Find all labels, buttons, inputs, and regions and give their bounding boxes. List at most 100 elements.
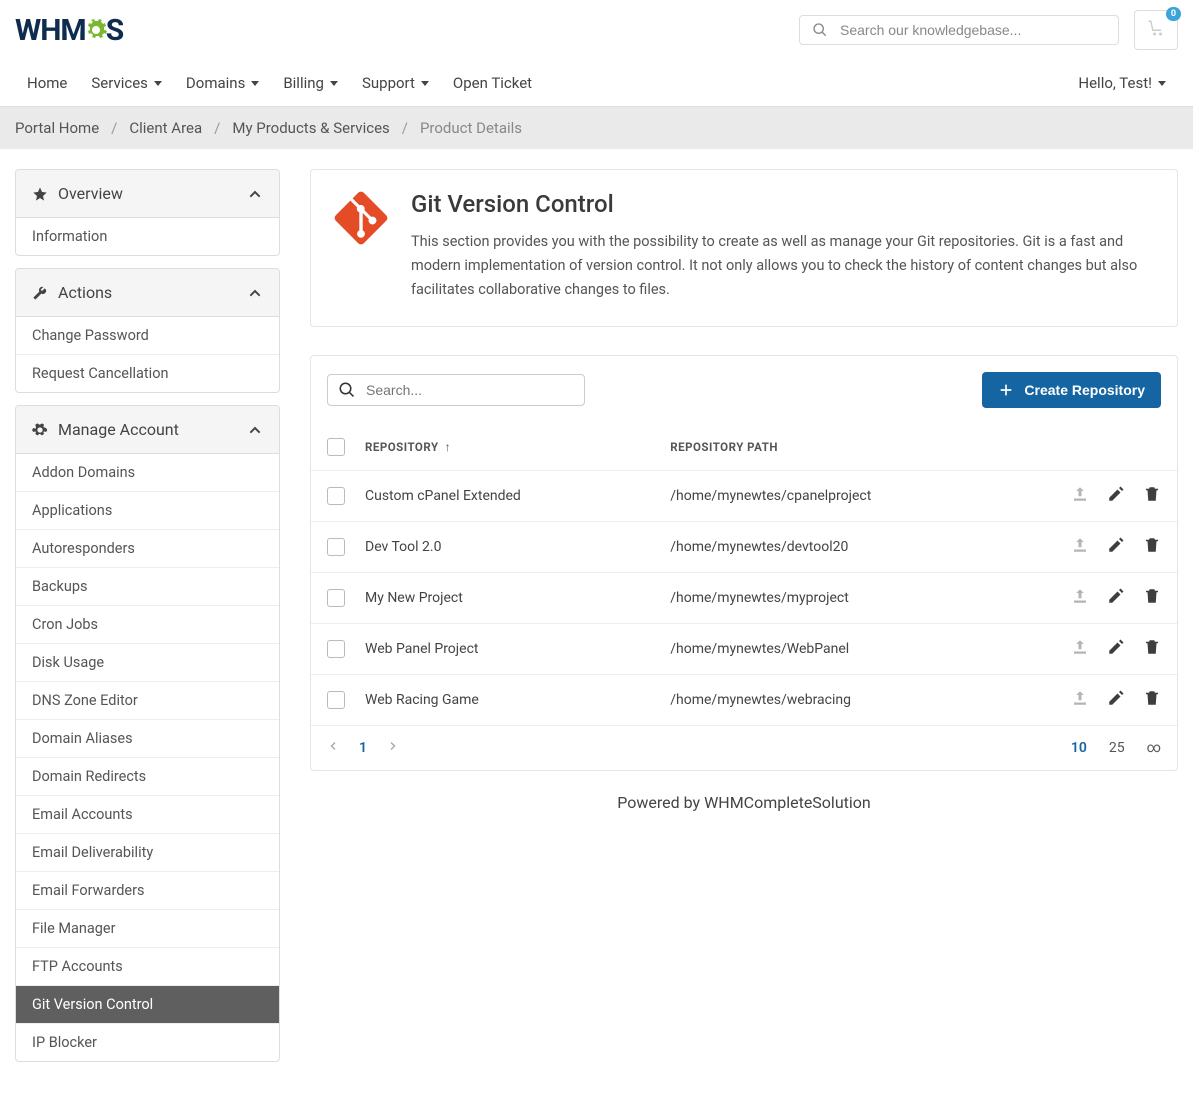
sort-asc-icon: ↑: [445, 440, 452, 454]
delete-button[interactable]: [1143, 536, 1161, 558]
logo-text-pre: WHM: [15, 13, 86, 48]
upload-button[interactable]: [1071, 638, 1089, 660]
star-icon: [32, 186, 48, 202]
nav-billing[interactable]: Billing: [271, 60, 350, 106]
gear-icon: [32, 422, 48, 438]
nav-home[interactable]: Home: [15, 60, 79, 106]
sidebar-item-domain-aliases[interactable]: Domain Aliases: [16, 720, 279, 758]
logo-text-post: S: [106, 13, 123, 48]
sidebar-item-domain-redirects[interactable]: Domain Redirects: [16, 758, 279, 796]
row-checkbox[interactable]: [327, 589, 345, 607]
panel-header-overview[interactable]: Overview: [16, 170, 279, 218]
repo-name: Dev Tool 2.0: [365, 539, 670, 555]
create-repository-button[interactable]: Create Repository: [982, 372, 1161, 408]
column-repository[interactable]: REPOSITORY ↑: [365, 440, 670, 454]
chevron-down-icon: [421, 81, 429, 86]
row-checkbox[interactable]: [327, 538, 345, 556]
chevron-up-icon: [247, 186, 263, 202]
cart-badge: 0: [1166, 7, 1181, 21]
cart-button[interactable]: 0: [1134, 10, 1178, 50]
sidebar-item-addon-domains[interactable]: Addon Domains: [16, 454, 279, 492]
delete-button[interactable]: [1143, 638, 1161, 660]
edit-button[interactable]: [1107, 485, 1125, 507]
user-greeting[interactable]: Hello, Test!: [1066, 60, 1178, 106]
upload-button[interactable]: [1071, 689, 1089, 711]
table-search[interactable]: [327, 374, 585, 406]
repo-path: /home/mynewtes/webracing: [670, 692, 1031, 708]
repo-name: My New Project: [365, 590, 670, 606]
chevron-up-icon: [247, 422, 263, 438]
repo-path: /home/mynewtes/WebPanel: [670, 641, 1031, 657]
chevron-down-icon: [251, 81, 259, 86]
select-all-checkbox[interactable]: [327, 438, 345, 456]
edit-button[interactable]: [1107, 536, 1125, 558]
sidebar-item-ftp-accounts[interactable]: FTP Accounts: [16, 948, 279, 986]
panel-header-actions[interactable]: Actions: [16, 269, 279, 317]
panel-header-manage-account[interactable]: Manage Account: [16, 406, 279, 454]
search-icon: [812, 22, 828, 38]
delete-button[interactable]: [1143, 485, 1161, 507]
table-search-input[interactable]: [366, 382, 574, 398]
column-path[interactable]: REPOSITORY PATH: [670, 440, 1031, 454]
nav-services[interactable]: Services: [79, 60, 174, 106]
upload-button[interactable]: [1071, 587, 1089, 609]
chevron-up-icon: [247, 285, 263, 301]
breadcrumb-item[interactable]: Portal Home: [15, 119, 99, 137]
page-number[interactable]: 1: [359, 740, 367, 756]
edit-button[interactable]: [1107, 689, 1125, 711]
page-size-∞[interactable]: ∞: [1147, 740, 1161, 756]
sidebar-item-ip-blocker[interactable]: IP Blocker: [16, 1024, 279, 1061]
repo-path: /home/mynewtes/cpanelproject: [670, 488, 1031, 504]
page-hero: Git Version Control This section provide…: [310, 169, 1178, 327]
row-checkbox[interactable]: [327, 691, 345, 709]
sidebar-item-applications[interactable]: Applications: [16, 492, 279, 530]
repo-name: Web Racing Game: [365, 692, 670, 708]
repo-path: /home/mynewtes/myproject: [670, 590, 1031, 606]
chevron-down-icon: [330, 81, 338, 86]
page-size-25[interactable]: 25: [1109, 740, 1125, 756]
sidebar-item-email-accounts[interactable]: Email Accounts: [16, 796, 279, 834]
chevron-down-icon: [154, 81, 162, 86]
repo-name: Custom cPanel Extended: [365, 488, 670, 504]
sidebar-item-dns-zone-editor[interactable]: DNS Zone Editor: [16, 682, 279, 720]
sidebar-item-email-deliverability[interactable]: Email Deliverability: [16, 834, 279, 872]
sidebar-item-autoresponders[interactable]: Autoresponders: [16, 530, 279, 568]
upload-button[interactable]: [1071, 536, 1089, 558]
nav-open-ticket[interactable]: Open Ticket: [441, 60, 544, 106]
page-size-10[interactable]: 10: [1071, 740, 1087, 756]
sidebar-item-email-forwarders[interactable]: Email Forwarders: [16, 872, 279, 910]
edit-button[interactable]: [1107, 587, 1125, 609]
repo-path: /home/mynewtes/devtool20: [670, 539, 1031, 555]
table-row: Web Panel Project/home/mynewtes/WebPanel: [311, 624, 1177, 675]
table-row: Dev Tool 2.0/home/mynewtes/devtool20: [311, 522, 1177, 573]
next-page-button[interactable]: [387, 740, 399, 756]
sidebar-item-information[interactable]: Information: [16, 218, 279, 255]
nav-support[interactable]: Support: [350, 60, 441, 106]
sidebar-item-backups[interactable]: Backups: [16, 568, 279, 606]
sidebar-item-change-password[interactable]: Change Password: [16, 317, 279, 355]
wrench-icon: [32, 285, 48, 301]
row-checkbox[interactable]: [327, 640, 345, 658]
upload-button[interactable]: [1071, 485, 1089, 507]
kb-search-input[interactable]: [840, 22, 1106, 38]
prev-page-button[interactable]: [327, 740, 339, 756]
sidebar-item-disk-usage[interactable]: Disk Usage: [16, 644, 279, 682]
breadcrumb-item: Product Details: [420, 119, 522, 137]
chevron-down-icon: [1158, 81, 1166, 86]
footer-text: Powered by WHMCompleteSolution: [310, 771, 1178, 834]
kb-search[interactable]: [799, 15, 1119, 45]
nav-domains[interactable]: Domains: [174, 60, 271, 106]
sidebar-item-request-cancellation[interactable]: Request Cancellation: [16, 355, 279, 392]
repo-name: Web Panel Project: [365, 641, 670, 657]
row-checkbox[interactable]: [327, 487, 345, 505]
git-icon: [333, 190, 389, 246]
breadcrumb-item[interactable]: Client Area: [129, 119, 202, 137]
logo[interactable]: WHM S: [15, 13, 123, 48]
sidebar-item-cron-jobs[interactable]: Cron Jobs: [16, 606, 279, 644]
delete-button[interactable]: [1143, 587, 1161, 609]
edit-button[interactable]: [1107, 638, 1125, 660]
delete-button[interactable]: [1143, 689, 1161, 711]
sidebar-item-git-version-control[interactable]: Git Version Control: [16, 986, 279, 1024]
breadcrumb-item[interactable]: My Products & Services: [232, 119, 389, 137]
sidebar-item-file-manager[interactable]: File Manager: [16, 910, 279, 948]
